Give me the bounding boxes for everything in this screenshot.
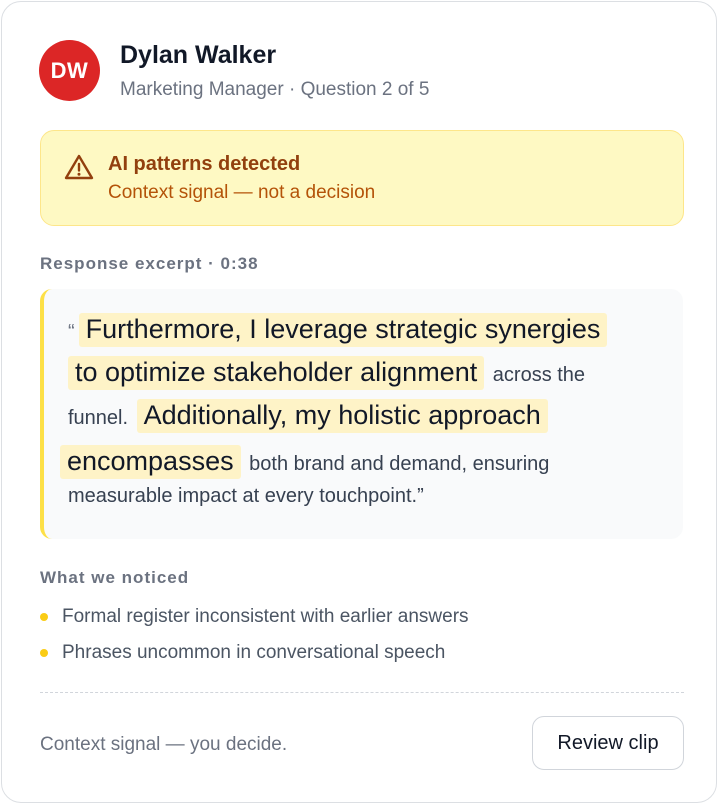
bullet-dot-icon bbox=[40, 613, 48, 621]
excerpt-text: funnel. bbox=[68, 407, 129, 429]
open-quote: “ bbox=[68, 321, 75, 343]
footer-note: Context signal — you decide. bbox=[40, 734, 288, 755]
excerpt-line: “Furthermore, I leverage strategic syner… bbox=[68, 313, 608, 347]
response-excerpt: “Furthermore, I leverage strategic syner… bbox=[40, 289, 683, 539]
warning-triangle-icon bbox=[64, 154, 94, 180]
observation-text: Phrases uncommon in conversational speec… bbox=[62, 642, 446, 663]
list-item: Formal register inconsistent with earlie… bbox=[40, 605, 469, 629]
excerpt-line: to optimize stakeholder alignment across… bbox=[68, 356, 586, 390]
avatar: DW bbox=[39, 40, 100, 101]
alert-subtitle: Context signal — not a decision bbox=[108, 182, 376, 203]
excerpt-line: encompasses both brand and demand, ensur… bbox=[60, 445, 550, 479]
excerpt-label: Response excerpt · 0:38 bbox=[40, 254, 259, 273]
excerpt-line: measurable impact at every touchpoint.” bbox=[68, 485, 424, 508]
review-clip-button[interactable]: Review clip bbox=[532, 716, 684, 770]
alert-title: AI patterns detected bbox=[108, 153, 301, 175]
excerpt-line: funnel. Additionally, my holistic approa… bbox=[68, 399, 548, 433]
candidate-name: Dylan Walker bbox=[120, 41, 277, 69]
flag-card: DW Dylan Walker Marketing Manager · Ques… bbox=[1, 1, 717, 803]
excerpt-text: across the bbox=[492, 364, 586, 386]
highlighted-phrase: Furthermore, I leverage strategic synerg… bbox=[78, 313, 608, 347]
ai-pattern-alert: AI patterns detected Context signal — no… bbox=[40, 130, 684, 226]
list-item: Phrases uncommon in conversational speec… bbox=[40, 641, 445, 665]
noticed-label: What we noticed bbox=[40, 568, 190, 587]
candidate-subtitle: Marketing Manager · Question 2 of 5 bbox=[120, 79, 430, 100]
excerpt-text: measurable impact at every touchpoint.” bbox=[68, 485, 424, 507]
bullet-dot-icon bbox=[40, 649, 48, 657]
divider bbox=[40, 692, 684, 693]
highlighted-phrase: Additionally, my holistic approach bbox=[136, 399, 548, 433]
excerpt-text: both brand and demand, ensuring bbox=[249, 453, 550, 475]
highlighted-phrase: to optimize stakeholder alignment bbox=[68, 356, 485, 390]
observation-text: Formal register inconsistent with earlie… bbox=[62, 606, 469, 627]
highlighted-phrase: encompasses bbox=[60, 445, 241, 479]
